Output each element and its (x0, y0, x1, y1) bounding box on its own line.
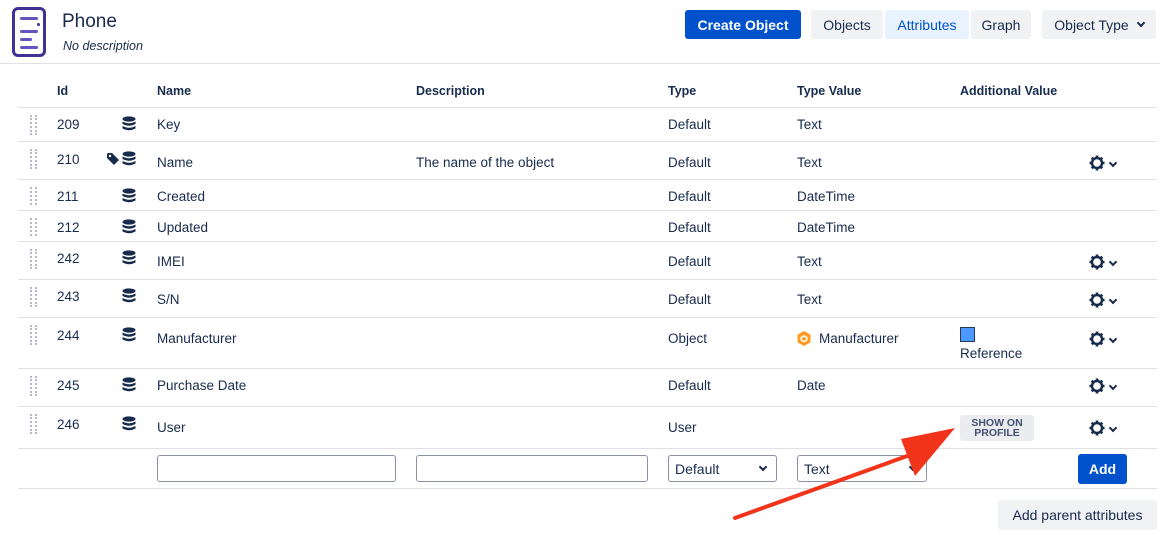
annotation-arrow (733, 428, 955, 520)
